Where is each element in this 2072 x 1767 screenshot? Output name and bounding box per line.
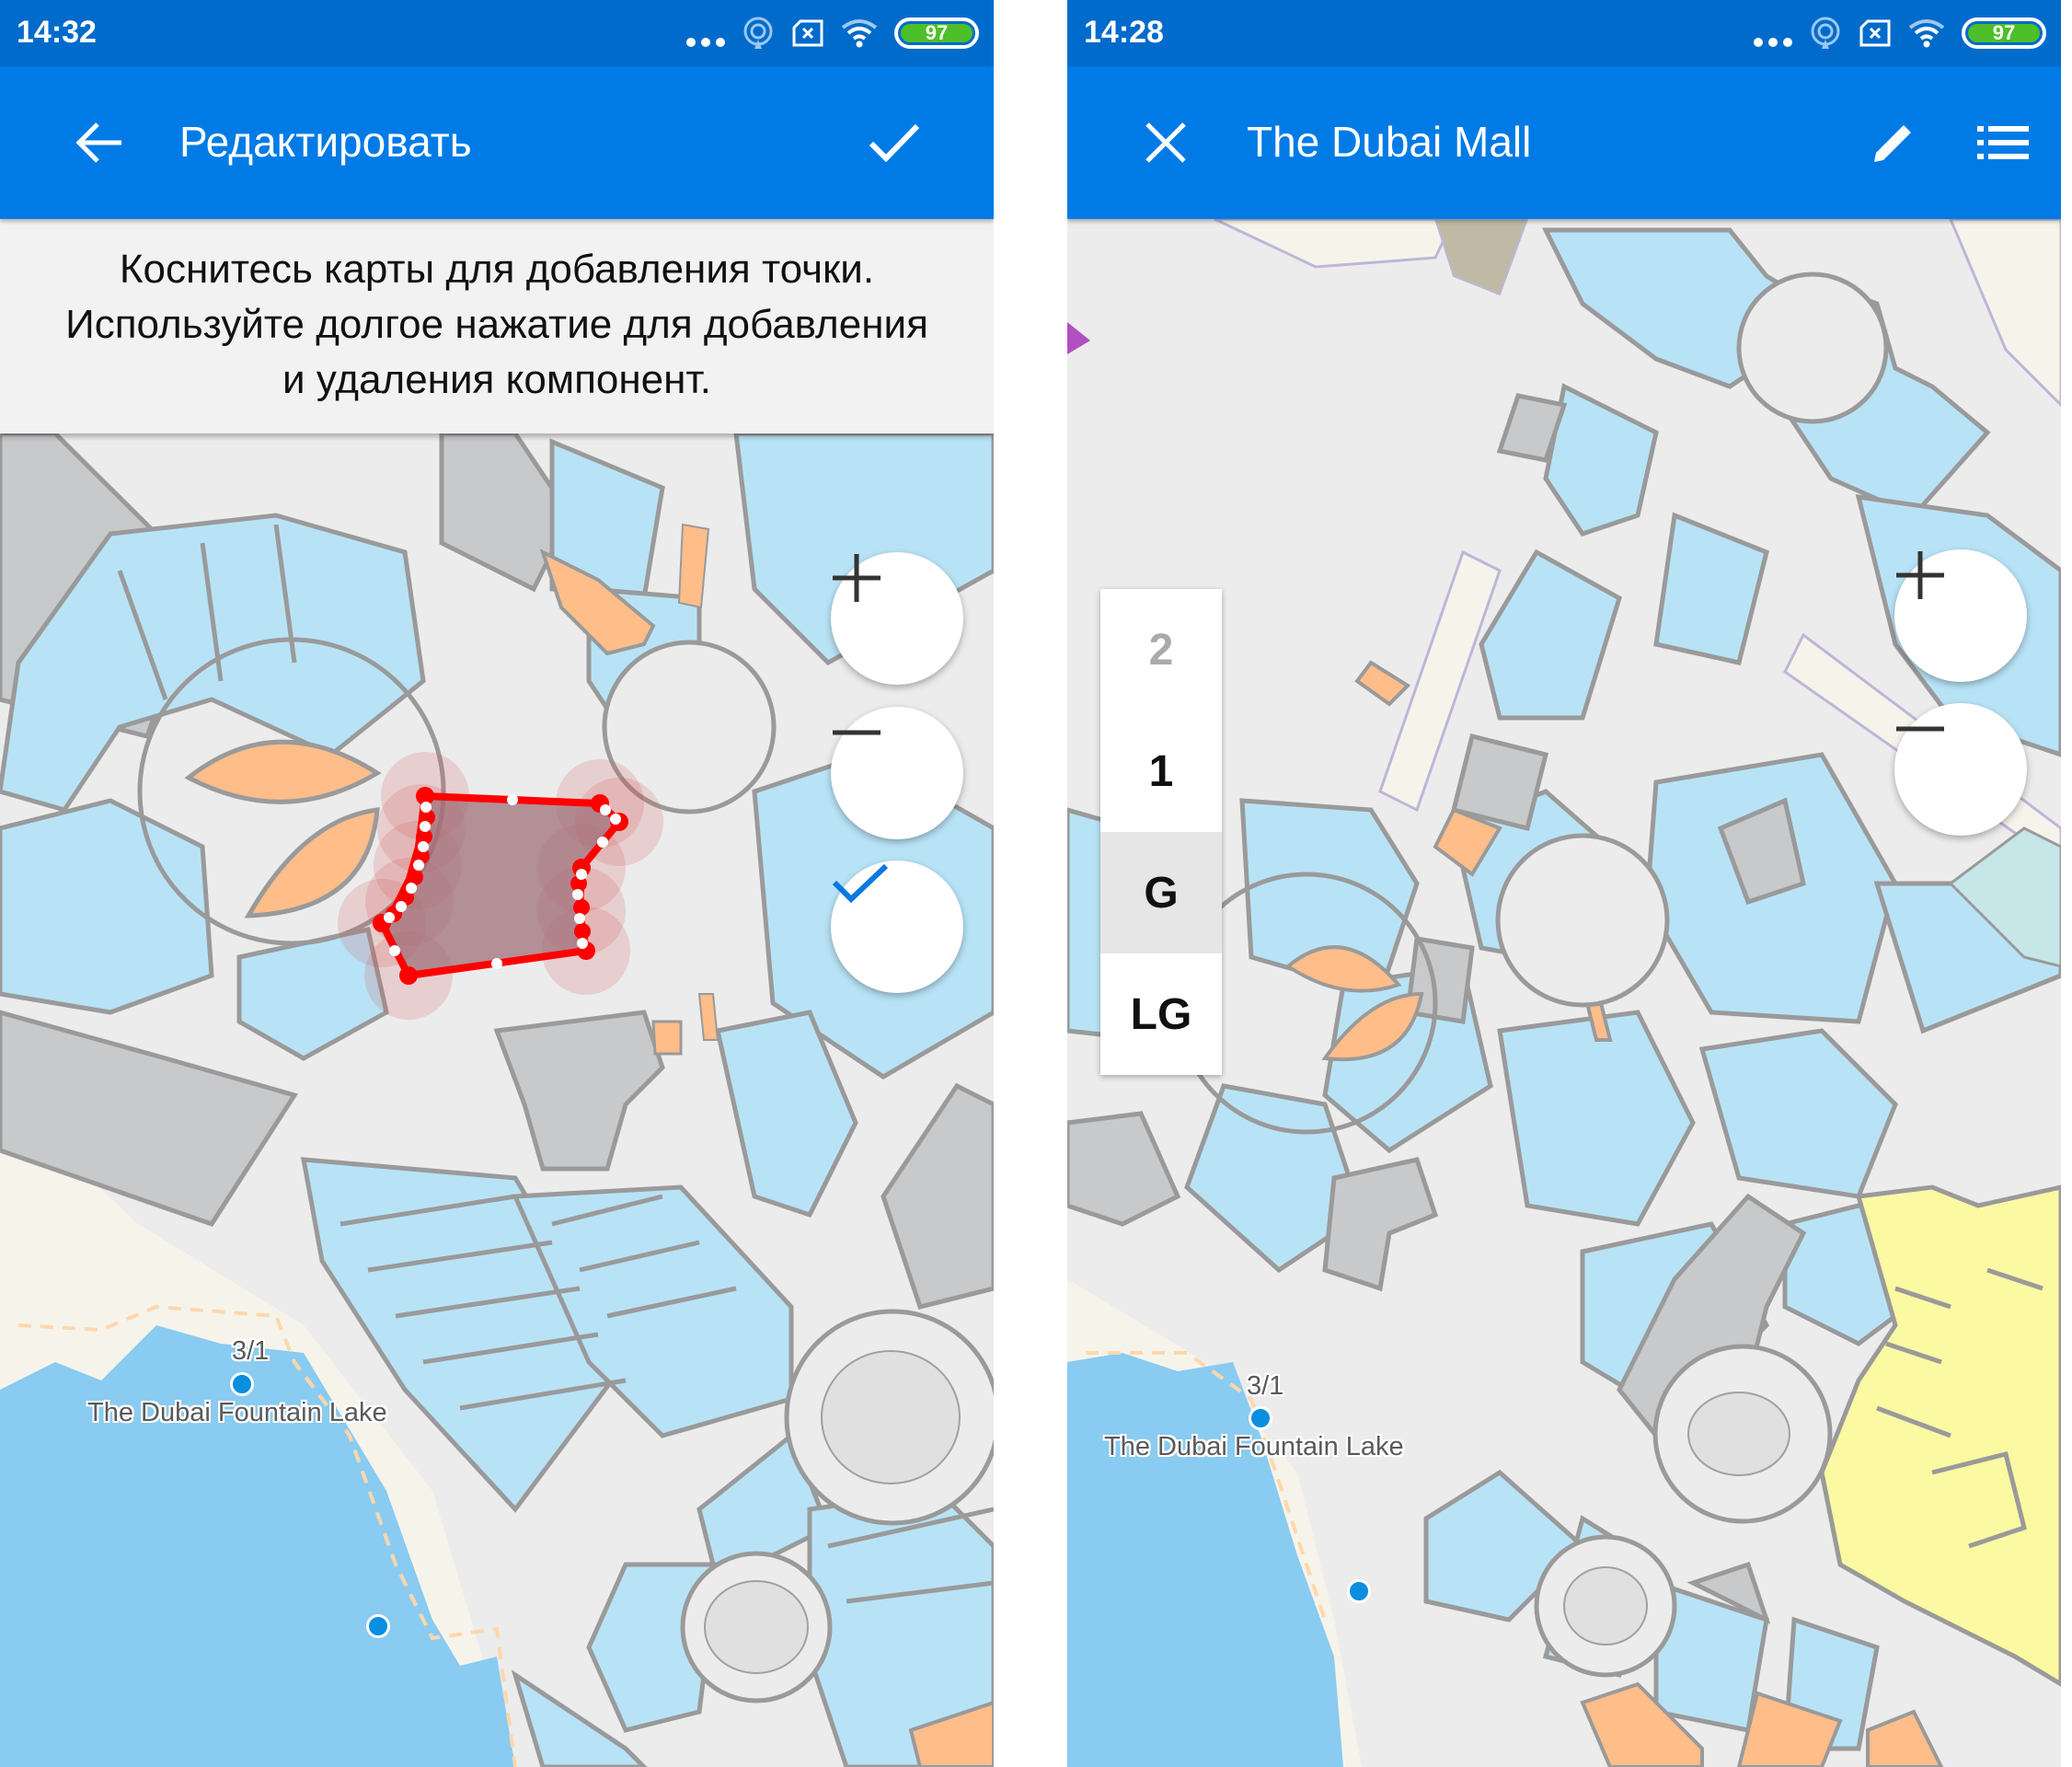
back-arrow-icon [75,122,121,163]
list-button[interactable] [1966,106,2040,179]
lake-label: The Dubai Fountain Lake [1104,1432,1404,1461]
fountain-plaza [821,1350,961,1484]
check-icon [832,863,889,904]
app-bar: Редактировать [0,66,994,219]
battery-icon: 97 [1962,17,2046,49]
instruction-line: Коснитесь карты для добавления точки. [119,247,875,292]
instruction-line: и удаления компонент. [282,357,711,402]
status-icons: 97 [1754,13,2046,53]
page-title: The Dubai Mall [1247,118,1532,166]
zoom-out-icon [833,730,881,735]
fountain-plaza [1563,1566,1648,1646]
back-button[interactable] [63,106,136,179]
lake-label: The Dubai Fountain Lake [87,1398,387,1427]
map-point-marker[interactable] [1347,1579,1371,1603]
wifi-icon [1908,19,1945,48]
map-point-marker[interactable] [366,1614,390,1638]
more-dots-icon [686,19,725,47]
status-icons: 97 [686,13,979,53]
status-bar: 14:32 97 [0,0,994,66]
close-icon [1145,122,1186,163]
list-icon [1977,126,2029,159]
wifi-icon [841,19,878,48]
hotspot-icon [743,17,773,49]
status-bar: 14:28 97 [1067,0,2061,66]
zoom-out-button[interactable] [831,707,963,839]
map-view-screen: 14:28 97 The Dubai Mall 3/1 The Dubai Fo… [1067,0,2061,1767]
more-dots-icon [1754,19,1792,47]
instruction-line: Используйте долгое нажатие для добавлени… [65,302,928,347]
zoom-out-button[interactable] [1894,703,2027,836]
battery-level: 97 [1992,21,2016,44]
food-area [651,1020,683,1056]
edit-pencil-icon [1874,125,1911,162]
status-time: 14:28 [1084,15,1164,50]
roundabout [1736,271,1889,424]
sim-off-icon [1859,19,1891,47]
marker-label: 3/1 [1247,1371,1284,1401]
save-button[interactable] [858,106,931,179]
zoom-in-button[interactable] [831,552,963,685]
fountain-plaza [1687,1392,1790,1476]
map-point-marker[interactable] [230,1372,254,1396]
zoom-out-icon [1896,726,1944,732]
roundabout [1495,833,1670,1008]
confirm-shape-button[interactable] [831,860,963,993]
status-time: 14:32 [17,15,97,50]
battery-level: 97 [925,21,949,44]
floor-option-g[interactable]: G [1100,832,1222,953]
close-button[interactable] [1129,106,1203,179]
check-icon [869,123,920,163]
floor-option-2[interactable]: 2 [1100,589,1222,710]
sim-off-icon [792,19,823,47]
floor-option-1[interactable]: 1 [1100,710,1222,832]
page-title: Редактировать [179,118,472,166]
map-point-marker[interactable] [1249,1406,1272,1430]
zoom-in-button[interactable] [1894,549,2027,682]
indoor-map[interactable]: 3/1 The Dubai Fountain Lake [0,433,994,1767]
floor-option-lg[interactable]: LG [1100,953,1222,1075]
zoom-in-icon [833,554,881,602]
instruction-banner: Коснитесь карты для добавления точки. Ис… [0,219,994,433]
indoor-map[interactable]: 3/1 The Dubai Fountain Lake 2 1 G LG [1067,219,2061,1767]
edit-button[interactable] [1857,106,1930,179]
app-bar: The Dubai Mall [1067,66,2061,219]
edit-screen: 14:32 97 Редактировать Коснитесь карты д… [0,0,994,1767]
zoom-in-icon [1896,551,1944,599]
marker-label: 3/1 [232,1336,270,1366]
battery-icon: 97 [894,17,979,49]
floor-selector: 2 1 G LG [1100,589,1222,1075]
hotspot-icon [1811,17,1840,49]
fountain-plaza [704,1580,809,1674]
